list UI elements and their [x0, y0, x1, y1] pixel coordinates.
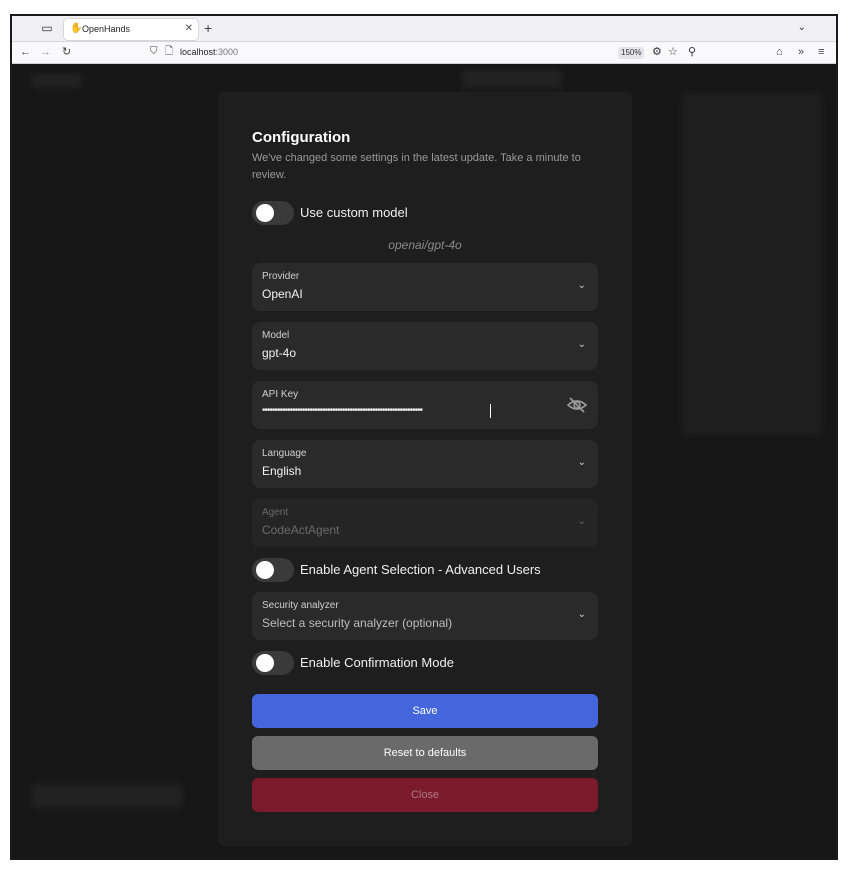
tab-title: OpenHands — [82, 24, 131, 34]
save-button[interactable]: Save — [252, 694, 598, 728]
new-tab-icon[interactable]: + — [204, 20, 212, 36]
navigation-bar: ← → ↻ ⛉ 🗋 localhost:3000 150% ⚙ ☆ ⚲ ⌂ » … — [12, 42, 836, 64]
api-key-label: API Key — [262, 389, 299, 400]
chevron-down-icon[interactable]: ⌄ — [578, 279, 586, 293]
zoom-level-badge[interactable]: 150% — [618, 47, 645, 59]
openhands-favicon-icon: ✋ — [70, 23, 83, 34]
confirmation-mode-toggle[interactable] — [252, 651, 294, 675]
language-select[interactable]: Language English ⌄ — [252, 440, 598, 488]
eye-slash-icon[interactable] — [566, 397, 588, 413]
language-label: Language — [262, 448, 307, 459]
security-analyzer-placeholder: Select a security analyzer (optional) — [262, 616, 453, 630]
agent-selection-label: Enable Agent Selection - Advanced Users — [300, 562, 541, 577]
chevron-down-icon[interactable]: ⌄ — [578, 456, 586, 470]
background-panel — [682, 94, 822, 434]
chevron-down-icon[interactable]: ⌄ — [578, 338, 586, 352]
reload-icon[interactable]: ↻ — [62, 45, 71, 59]
api-key-value[interactable]: ••••••••••••••••••••••••••••••••••••••••… — [262, 403, 492, 419]
overflow-chevron-icon[interactable]: » — [798, 45, 804, 59]
background-ui — [462, 70, 562, 88]
reset-defaults-button[interactable]: Reset to defaults — [252, 736, 598, 770]
shield-icon[interactable]: ⛉ — [150, 45, 158, 59]
chevron-down-icon: ⌄ — [577, 516, 586, 527]
confirmation-toggle-row[interactable]: Enable Confirmation Mode — [252, 651, 612, 675]
toggle-knob — [256, 204, 274, 222]
security-analyzer-select[interactable]: Security analyzer Select a security anal… — [252, 592, 598, 640]
url-bar[interactable]: ⛉ 🗋 localhost:3000 150% ⚙ ☆ ⚲ — [140, 44, 700, 62]
forward-arrow-icon[interactable]: → — [40, 45, 51, 59]
tab-bar: ▭ ✋ OpenHands ✕ + ⌄ — [12, 16, 836, 42]
model-hint: openai/gpt-4o — [388, 238, 462, 252]
toggle-knob — [256, 654, 274, 672]
background-ui — [32, 784, 182, 808]
provider-value: OpenAI — [262, 287, 303, 301]
confirmation-mode-label: Enable Confirmation Mode — [300, 655, 454, 670]
hamburger-menu-icon[interactable]: ≡ — [818, 45, 824, 59]
provider-select[interactable]: Provider OpenAI ⌄ — [252, 263, 598, 311]
close-tab-icon[interactable]: ✕ — [185, 22, 193, 36]
home-icon[interactable]: ⌂ — [776, 45, 783, 59]
model-label: Model — [262, 330, 290, 341]
toggle-knob — [256, 561, 274, 579]
model-select[interactable]: Model gpt-4o ⌄ — [252, 322, 598, 370]
text-cursor — [490, 404, 491, 418]
custom-model-toggle[interactable] — [252, 201, 294, 225]
chevron-down-icon[interactable]: ⌄ — [578, 608, 586, 622]
agent-value: CodeActAgent — [262, 523, 340, 537]
custom-model-label: Use custom model — [300, 205, 408, 220]
agent-selection-toggle[interactable] — [252, 558, 294, 582]
agent-selection-toggle-row[interactable]: Enable Agent Selection - Advanced Users — [252, 558, 612, 582]
configuration-modal: Configuration We've changed some setting… — [218, 92, 632, 846]
close-button[interactable]: Close — [252, 778, 598, 812]
tab-list-icon[interactable]: ▭ — [40, 21, 54, 35]
tracking-protection-icon[interactable]: ⚲ — [688, 45, 696, 59]
back-arrow-icon[interactable]: ← — [20, 45, 31, 59]
custom-model-toggle-row[interactable]: Use custom model — [252, 201, 612, 225]
modal-title: Configuration — [252, 129, 351, 146]
modal-description: We've changed some settings in the lates… — [252, 152, 581, 181]
extension-icon[interactable]: ⚙ — [652, 45, 662, 59]
url-text[interactable]: localhost:3000 — [180, 46, 238, 59]
page-icon: 🗋 — [165, 46, 174, 57]
provider-label: Provider — [262, 271, 300, 282]
api-key-input[interactable]: API Key ••••••••••••••••••••••••••••••••… — [252, 381, 598, 429]
page-viewport: Configuration We've changed some setting… — [12, 64, 836, 858]
security-analyzer-label: Security analyzer — [262, 600, 339, 611]
background-ui — [32, 74, 82, 88]
chevron-down-icon[interactable]: ⌄ — [798, 20, 806, 36]
language-value: English — [262, 464, 302, 478]
agent-select: Agent CodeActAgent ⌄ — [252, 499, 598, 547]
browser-window: ▭ ✋ OpenHands ✕ + ⌄ ← → ↻ ⛉ 🗋 localhost:… — [10, 14, 838, 860]
browser-tab[interactable]: ✋ OpenHands ✕ — [64, 19, 198, 40]
model-value: gpt-4o — [262, 346, 297, 360]
agent-label: Agent — [262, 507, 289, 518]
bookmark-star-icon[interactable]: ☆ — [668, 45, 678, 59]
